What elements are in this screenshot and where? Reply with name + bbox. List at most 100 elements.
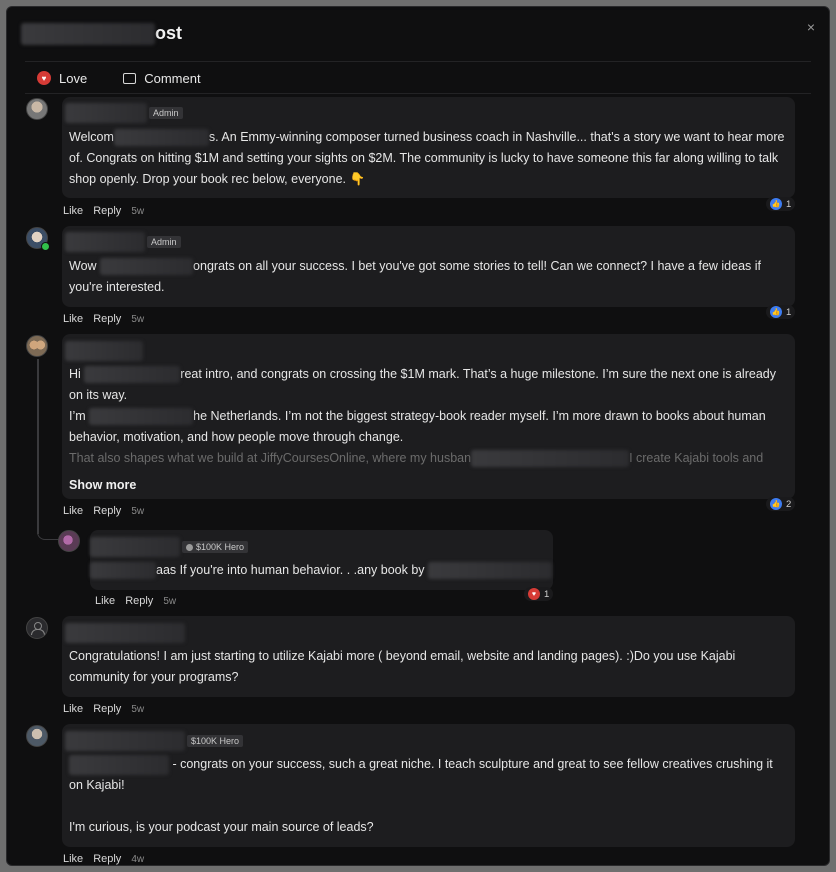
- redacted-text: [113, 129, 209, 147]
- badge-icon: [186, 543, 193, 551]
- reply-button[interactable]: Reply: [93, 205, 121, 217]
- reply-button[interactable]: Reply: [93, 703, 121, 715]
- person-icon: [31, 622, 45, 635]
- redacted-author[interactable]: [65, 103, 147, 123]
- redacted-mention[interactable]: [69, 754, 169, 775]
- divider: [25, 61, 811, 62]
- paragraph-faded: That also shapes what we build at JiffyC…: [69, 448, 785, 469]
- redacted-author[interactable]: [65, 341, 143, 361]
- reaction-number: 1: [544, 588, 550, 600]
- admin-badge: Admin: [149, 107, 183, 119]
- paragraph: I’m he Netherlands. I’m not the biggest …: [69, 408, 766, 444]
- comment-meta: Like Reply 5w: [95, 595, 176, 607]
- admin-badge: Admin: [147, 236, 181, 248]
- reaction-number: 1: [786, 306, 792, 318]
- timestamp: 5w: [163, 596, 177, 607]
- reaction-count[interactable]: 👍 1: [766, 305, 796, 319]
- redacted-author[interactable]: [65, 232, 145, 252]
- reaction-number: 2: [786, 498, 792, 510]
- post-actions: ♥ Love Comment: [37, 65, 201, 91]
- online-indicator: [41, 242, 50, 251]
- like-button[interactable]: Like: [63, 853, 83, 865]
- reply-button[interactable]: Reply: [93, 853, 121, 865]
- comment-meta: Like Reply 5w: [63, 505, 144, 517]
- author-row: Admin: [65, 232, 181, 252]
- redacted-text: [471, 450, 630, 468]
- redacted-text: [84, 366, 181, 384]
- timestamp: 5w: [131, 206, 145, 217]
- redacted-author[interactable]: [65, 731, 185, 751]
- paragraph: I'm curious, is your podcast your main s…: [69, 820, 374, 834]
- redacted-text: [89, 408, 194, 426]
- author-row: [65, 623, 185, 643]
- reply-button[interactable]: Reply: [93, 505, 121, 517]
- avatar[interactable]: [26, 725, 48, 747]
- reply-button[interactable]: Reply: [125, 595, 153, 607]
- redacted-author[interactable]: [90, 537, 180, 557]
- heart-icon: ♥: [37, 71, 51, 85]
- author-row: $100K Hero: [90, 537, 249, 557]
- comment-meta: Like Reply 5w: [63, 313, 144, 325]
- redacted-text: [90, 562, 156, 580]
- author-row: [65, 341, 143, 361]
- comment-meta: Like Reply 5w: [63, 703, 144, 715]
- comment-card: Admin Welcom s. An Emmy-winning composer …: [62, 97, 795, 198]
- thread-line: [37, 359, 39, 534]
- heart-icon: ♥: [528, 588, 540, 600]
- paragraph: - congrats on your success, such a great…: [69, 754, 785, 796]
- reaction-number: 1: [786, 198, 792, 210]
- timestamp: 5w: [131, 506, 145, 517]
- like-button[interactable]: Like: [63, 205, 83, 217]
- close-icon[interactable]: ×: [807, 19, 815, 35]
- paragraph: Hi reat intro, and congrats on crossing …: [69, 366, 776, 402]
- reply-card: $100K Hero aas If you're into human beha…: [90, 530, 553, 590]
- like-button[interactable]: Like: [63, 505, 83, 517]
- comment-text: Hi reat intro, and congrats on crossing …: [69, 364, 785, 469]
- comment-card: Congratulations! I am just starting to u…: [62, 616, 795, 697]
- comment-meta: Like Reply 5w: [63, 205, 144, 217]
- thumbs-up-icon: 👍: [770, 498, 782, 510]
- comment-meta: Like Reply 4w: [63, 853, 144, 865]
- love-button[interactable]: ♥ Love: [37, 71, 87, 86]
- comment-card: Hi reat intro, and congrats on crossing …: [62, 334, 795, 499]
- hero-badge: $100K Hero: [182, 541, 249, 553]
- reaction-count[interactable]: 👍 2: [766, 497, 796, 511]
- timestamp: 5w: [131, 314, 145, 325]
- reply-button[interactable]: Reply: [93, 313, 121, 325]
- comment-label: Comment: [144, 70, 201, 86]
- comment-card: $100K Hero - congrats on your success, s…: [62, 724, 795, 847]
- comment-text: Welcom s. An Emmy-winning composer turned…: [69, 129, 785, 186]
- reply-text: aas If you're into human behavior. . .an…: [90, 560, 553, 581]
- like-button[interactable]: Like: [63, 703, 83, 715]
- reaction-count[interactable]: ♥ 1: [524, 587, 554, 601]
- post-title-text: ost: [155, 23, 182, 43]
- comment-text: Congratulations! I am just starting to u…: [69, 649, 736, 684]
- thread-elbow: [37, 522, 59, 540]
- hero-badge: $100K Hero: [187, 735, 244, 747]
- comment-text: Wow ongrats on all your success. I bet y…: [69, 258, 762, 294]
- avatar[interactable]: [26, 617, 48, 639]
- timestamp: 5w: [131, 704, 145, 715]
- redacted-text: [100, 258, 194, 276]
- post-modal: ost × ♥ Love Comment Admin Welcom s. An E…: [6, 6, 830, 866]
- like-button[interactable]: Like: [63, 313, 83, 325]
- show-more-button[interactable]: Show more: [69, 478, 136, 492]
- comment-card: Admin Wow ongrats on all your success. I…: [62, 226, 795, 307]
- author-row: $100K Hero: [65, 731, 244, 751]
- comment-icon: [123, 72, 137, 84]
- redacted-author[interactable]: [65, 623, 185, 643]
- divider: [25, 93, 811, 94]
- comment-button[interactable]: Comment: [123, 70, 201, 86]
- avatar[interactable]: [58, 530, 80, 552]
- avatar[interactable]: [26, 335, 48, 357]
- thumbs-up-icon: 👍: [770, 198, 782, 210]
- timestamp: 4w: [131, 854, 145, 865]
- comment-text: - congrats on your success, such a great…: [69, 754, 785, 838]
- post-title: ost: [21, 23, 182, 46]
- redacted-text: [428, 562, 553, 580]
- avatar[interactable]: [26, 98, 48, 120]
- author-row: Admin: [65, 103, 183, 123]
- love-label: Love: [59, 70, 88, 86]
- reaction-count[interactable]: 👍 1: [766, 197, 796, 211]
- like-button[interactable]: Like: [95, 595, 115, 607]
